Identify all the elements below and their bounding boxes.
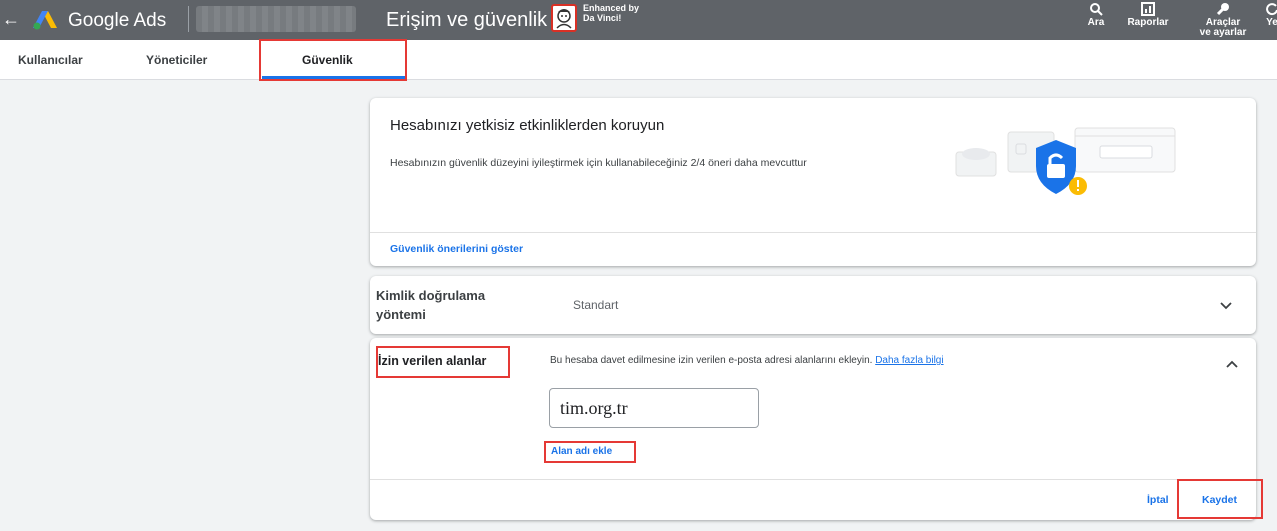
extension-line-1: Enhanced by (583, 3, 640, 13)
page-title: Erişim ve güvenlik (386, 9, 548, 31)
account-name-redacted[interactable] (196, 6, 356, 32)
card-footer-divider (370, 479, 1256, 480)
security-recommendations-card: Hesabınızı yetkisiz etkinliklerden koruy… (370, 98, 1256, 266)
allowed-domains-info: Bu hesaba davet edilmesine izin verilen … (550, 355, 944, 366)
tab-bar: Kullanıcılar Yöneticiler Güvenlik (0, 40, 1277, 80)
search-icon (1090, 3, 1103, 16)
authentication-method-label: Kimlik doğrulama yöntemi (376, 288, 486, 322)
chevron-up-icon[interactable] (1225, 358, 1239, 372)
domain-input[interactable]: tim.org.tr (549, 388, 759, 428)
security-illustration-icon (955, 127, 1176, 195)
extension-line-2: Da Vinci! (583, 13, 622, 23)
google-ads-logo (33, 11, 57, 30)
reports-icon (1141, 2, 1155, 16)
allowed-domains-label: İzin verilen alanlar (378, 354, 487, 368)
allowed-domains-info-text: Bu hesaba davet edilmesine izin verilen … (550, 355, 873, 366)
allowed-domains-card: İzin verilen alanlar Bu hesaba davet edi… (370, 338, 1256, 520)
refresh-tool-label: Ye (1266, 17, 1277, 28)
active-tab-indicator (262, 76, 407, 79)
reports-tool-label: Raporlar (1127, 17, 1169, 28)
extension-label: Enhanced by Da Vinci! (583, 3, 639, 23)
learn-more-link[interactable]: Daha fazla bilgi (875, 355, 943, 366)
add-domain-link[interactable]: Alan adı ekle (551, 446, 612, 457)
security-heading: Hesabınızı yetkisiz etkinliklerden koruy… (390, 117, 665, 134)
refresh-tool[interactable]: Ye (1262, 2, 1277, 28)
chevron-down-icon[interactable] (1219, 298, 1233, 312)
cancel-button[interactable]: İptal (1147, 494, 1169, 506)
refresh-icon (1266, 3, 1277, 16)
extension-avatar-icon[interactable] (551, 4, 577, 32)
card-divider (370, 232, 1256, 233)
search-tool-label: Ara (1087, 17, 1105, 28)
header-divider (188, 6, 189, 32)
brand-name: Google Ads (68, 10, 167, 31)
show-security-recommendations-link[interactable]: Güvenlik önerilerini göster (390, 243, 523, 255)
security-description: Hesabınızın güvenlik düzeyini iyileştirm… (390, 157, 807, 169)
wrench-icon (1216, 3, 1229, 16)
authentication-method-card[interactable]: Kimlik doğrulama yöntemi Standart (370, 276, 1256, 334)
tab-users[interactable]: Kullanıcılar (18, 40, 83, 80)
tab-security[interactable]: Güvenlik (302, 40, 353, 80)
tools-label-line-2: ve ayarlar (1199, 27, 1247, 38)
save-button[interactable]: Kaydet (1202, 494, 1237, 506)
authentication-method-value: Standart (573, 298, 619, 312)
tools-settings-tool[interactable]: Araçlar ve ayarlar (1198, 2, 1248, 38)
arrow-back-icon[interactable]: ← (2, 9, 20, 29)
tab-managers[interactable]: Yöneticiler (146, 40, 207, 80)
top-app-bar: ← Google Ads Erişim ve güvenlik Enhanced… (0, 0, 1277, 40)
reports-tool[interactable]: Raporlar (1124, 2, 1172, 28)
search-tool[interactable]: Ara (1083, 2, 1109, 28)
